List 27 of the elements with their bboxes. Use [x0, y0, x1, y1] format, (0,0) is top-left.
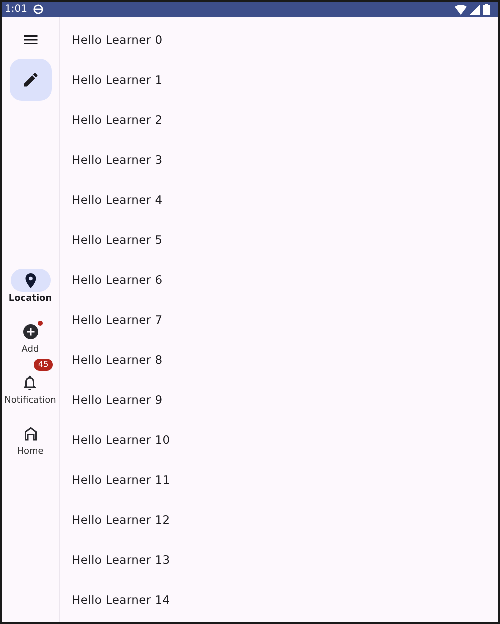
list-item[interactable]: Hello Learner 6 — [60, 260, 498, 300]
list-item[interactable]: Hello Learner 3 — [60, 140, 498, 180]
list-item[interactable]: Hello Learner 13 — [60, 540, 498, 580]
list-item[interactable]: Hello Learner 2 — [60, 100, 498, 140]
list-item[interactable]: Hello Learner 4 — [60, 180, 498, 220]
list-item[interactable]: Hello Learner 14 — [60, 580, 498, 620]
signal-icon — [470, 4, 480, 14]
edit-fab[interactable] — [10, 59, 52, 101]
list-item[interactable]: Hello Learner 11 — [60, 460, 498, 500]
list-item[interactable]: Hello Learner 7 — [60, 300, 498, 340]
list-item[interactable]: Hello Learner 12 — [60, 500, 498, 540]
list-item[interactable]: Hello Learner 10 — [60, 420, 498, 460]
pencil-icon — [22, 71, 40, 89]
clock: 1:01 — [5, 4, 28, 15]
nav-item[interactable] — [10, 269, 50, 292]
list-item[interactable]: Hello Learner 9 — [60, 380, 498, 420]
nav-label: Add — [22, 345, 40, 355]
list-item[interactable]: Hello Learner 1 — [60, 60, 498, 100]
list-item[interactable]: Hello Learner 8 — [60, 340, 498, 380]
nav-label: Location — [8, 294, 52, 304]
list-item[interactable]: Hello Learner 0 — [60, 20, 498, 60]
nav-label: Home — [17, 447, 44, 457]
wifi-icon — [455, 4, 467, 14]
count-badge: 45 — [34, 359, 53, 371]
list-item[interactable]: Hello Learner 5 — [60, 220, 498, 260]
nav-label: Notification — [4, 396, 56, 406]
battery-icon — [483, 4, 490, 15]
